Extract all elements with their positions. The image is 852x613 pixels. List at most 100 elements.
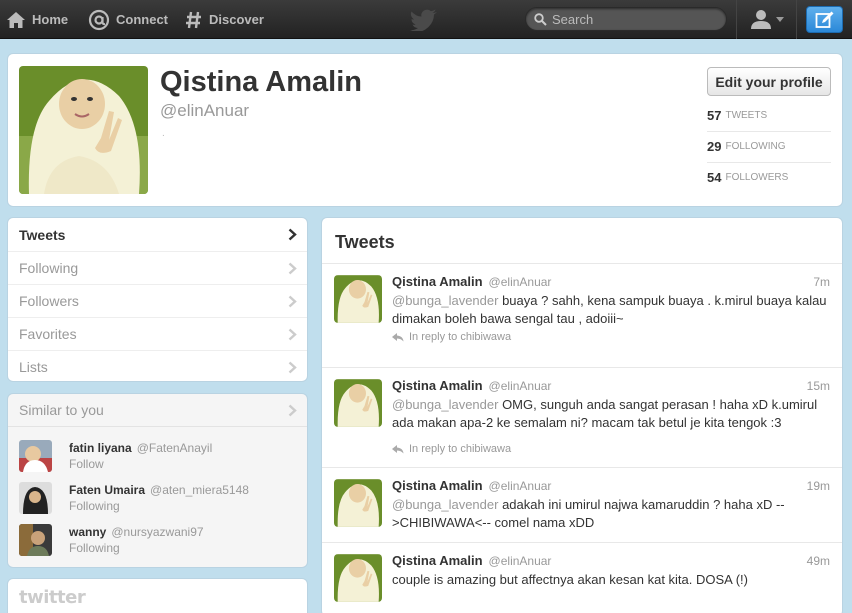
in-reply-to[interactable]: In reply to chibiwawa	[392, 443, 511, 455]
twitter-bird-icon[interactable]	[410, 9, 438, 31]
mention-link[interactable]: @bunga_lavender	[392, 497, 498, 512]
tweet[interactable]: Qistina Amalin @elinAnuar 19m @bunga_lave…	[322, 468, 842, 543]
tweet-text: @bunga_lavender adakah ini umirul najwa …	[392, 496, 832, 532]
similar-user-name[interactable]: wanny @nursyazwani97	[69, 525, 204, 539]
stat-count: 54	[707, 170, 722, 185]
similar-title: Similar to you	[19, 402, 104, 418]
chevron-down-icon	[776, 16, 784, 22]
nav-followers[interactable]: Followers	[8, 284, 307, 317]
user-handle: @FatenAnayil	[136, 441, 213, 455]
nav-item-label: Following	[19, 260, 79, 276]
nav-connect[interactable]: Connect	[88, 0, 168, 39]
chevron-right-icon	[288, 361, 297, 374]
follow-button[interactable]: Follow	[69, 457, 104, 471]
mention-link[interactable]: @bunga_lavender	[392, 397, 498, 412]
nav-following[interactable]: Following	[8, 251, 307, 284]
footer-card: twitter	[7, 578, 308, 613]
tweet-text: @bunga_lavender buaya ? sahh, kena sampu…	[392, 292, 832, 328]
top-navigation-bar: Home Connect Discover	[0, 0, 852, 39]
chevron-right-icon	[288, 262, 297, 275]
nav-item-label: Lists	[19, 359, 48, 375]
user-handle: @aten_miera5148	[150, 483, 249, 497]
similar-user: fatin liyana @FatenAnayil Follow	[19, 438, 299, 474]
tweet-author[interactable]: Qistina Amalin @elinAnuar	[392, 553, 551, 568]
tweets-timeline: Tweets Qistina Amalin @elinAnuar 7m @bung…	[321, 217, 843, 613]
nav-item-label: Followers	[19, 293, 79, 309]
similar-user: Faten Umaira @aten_miera5148 Following	[19, 480, 299, 516]
tweet-timestamp[interactable]: 15m	[807, 379, 830, 393]
stat-following[interactable]: 29 FOLLOWING	[707, 131, 831, 162]
stat-label: TWEETS	[725, 110, 768, 121]
nav-discover[interactable]: Discover	[185, 0, 264, 39]
user-name: Faten Umaira	[69, 483, 146, 497]
user-name: fatin liyana	[69, 441, 132, 455]
nav-item-label: Favorites	[19, 326, 77, 342]
home-icon	[7, 11, 25, 28]
profile-avatar[interactable]	[19, 66, 148, 194]
in-reply-to-label: In reply to chibiwawa	[409, 331, 512, 343]
at-icon	[88, 9, 110, 30]
user-menu[interactable]	[747, 8, 787, 30]
compose-icon	[815, 11, 833, 28]
author-name: Qistina Amalin	[392, 378, 483, 393]
tweet[interactable]: Qistina Amalin @elinAnuar 15m @bunga_lave…	[322, 368, 842, 468]
profile-bio: .	[162, 128, 165, 139]
similar-to-you-panel: Similar to you fatin liyana @FatenAnayil …	[7, 393, 308, 568]
topbar-divider	[736, 0, 737, 39]
similar-header[interactable]: Similar to you	[8, 394, 307, 427]
reply-icon	[392, 332, 404, 341]
compose-tweet-button[interactable]	[806, 6, 843, 33]
author-handle: @elinAnuar	[488, 479, 552, 493]
author-name: Qistina Amalin	[392, 274, 483, 289]
user-icon	[751, 10, 771, 29]
tweet-timestamp[interactable]: 7m	[813, 275, 830, 289]
user-handle: @nursyazwani97	[111, 525, 204, 539]
avatar[interactable]	[19, 440, 52, 472]
search-input[interactable]	[552, 11, 722, 27]
nav-lists[interactable]: Lists	[8, 350, 307, 381]
tweet-author[interactable]: Qistina Amalin @elinAnuar	[392, 378, 551, 393]
chevron-right-icon	[288, 295, 297, 308]
search-box[interactable]	[525, 7, 727, 31]
timeline-title: Tweets	[335, 232, 395, 252]
profile-nav: Tweets Following Followers Favorites Lis…	[7, 217, 308, 382]
user-name: wanny	[69, 525, 107, 539]
similar-user-name[interactable]: Faten Umaira @aten_miera5148	[69, 483, 249, 497]
profile-name: Qistina Amalin	[160, 66, 362, 98]
twitter-logo[interactable]: twitter	[19, 587, 86, 608]
edit-profile-button[interactable]: Edit your profile	[707, 67, 831, 96]
chevron-right-icon	[288, 228, 297, 241]
nav-home[interactable]: Home	[6, 0, 68, 39]
author-handle: @elinAnuar	[488, 379, 552, 393]
tweet-author[interactable]: Qistina Amalin @elinAnuar	[392, 274, 551, 289]
tweet-avatar[interactable]	[334, 275, 382, 323]
nav-discover-label: Discover	[209, 12, 264, 27]
nav-tweets[interactable]: Tweets	[8, 218, 307, 251]
similar-user: wanny @nursyazwani97 Following	[19, 522, 299, 558]
stat-followers[interactable]: 54 FOLLOWERS	[707, 162, 831, 193]
stat-label: FOLLOWING	[725, 141, 786, 152]
tweet-avatar[interactable]	[334, 379, 382, 427]
following-button[interactable]: Following	[69, 499, 120, 513]
tweet-text: @bunga_lavender OMG, sunguh anda sangat …	[392, 396, 832, 432]
in-reply-to[interactable]: In reply to chibiwawa	[392, 331, 511, 343]
stat-tweets[interactable]: 57 TWEETS	[707, 100, 831, 131]
mention-link[interactable]: @bunga_lavender	[392, 293, 498, 308]
avatar[interactable]	[19, 524, 52, 556]
tweet-avatar[interactable]	[334, 554, 382, 602]
reply-icon	[392, 444, 404, 453]
tweet[interactable]: Qistina Amalin @elinAnuar 49m couple is a…	[322, 543, 842, 613]
following-button[interactable]: Following	[69, 541, 120, 555]
tweet-author[interactable]: Qistina Amalin @elinAnuar	[392, 478, 551, 493]
tweet-timestamp[interactable]: 49m	[807, 554, 830, 568]
nav-favorites[interactable]: Favorites	[8, 317, 307, 350]
stat-count: 57	[707, 108, 722, 123]
tweet-timestamp[interactable]: 19m	[807, 479, 830, 493]
tweet[interactable]: Qistina Amalin @elinAnuar 7m @bunga_laven…	[322, 264, 842, 368]
tweet-avatar[interactable]	[334, 479, 382, 527]
hashtag-icon	[186, 11, 201, 28]
nav-item-label: Tweets	[19, 226, 66, 243]
similar-user-name[interactable]: fatin liyana @FatenAnayil	[69, 441, 212, 455]
avatar[interactable]	[19, 482, 52, 514]
nav-home-label: Home	[32, 12, 69, 27]
